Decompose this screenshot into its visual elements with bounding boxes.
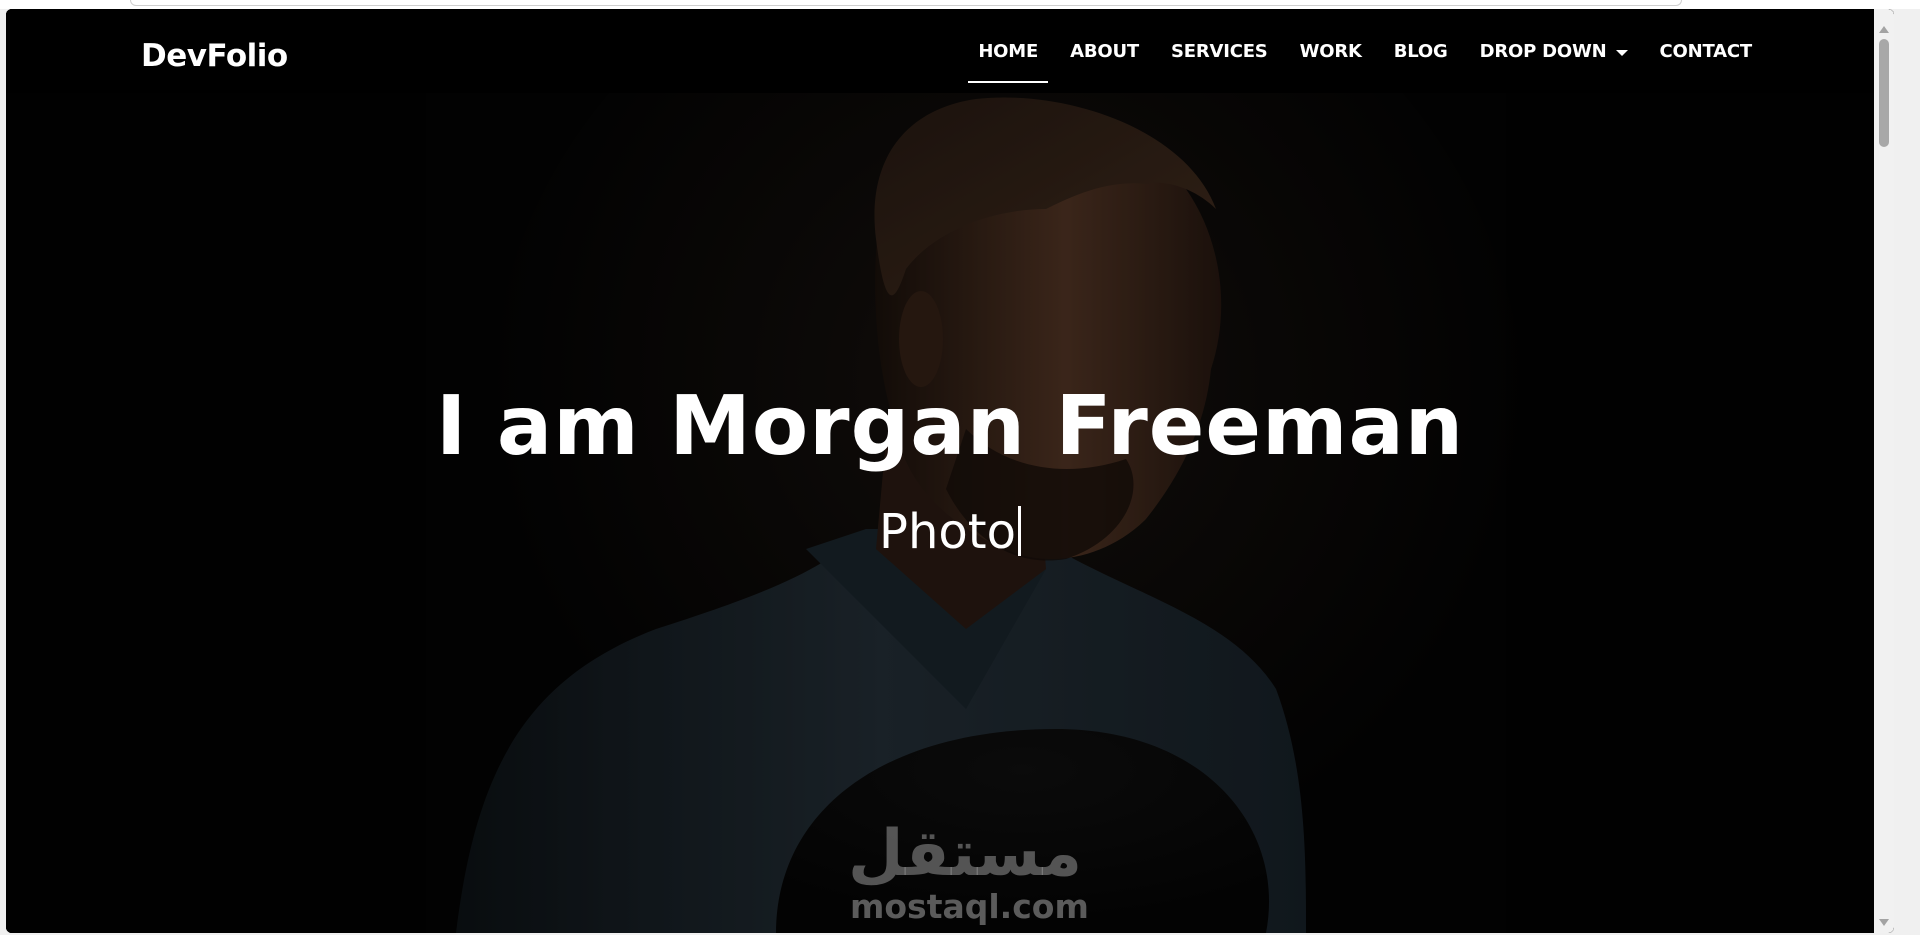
scroll-up-arrow-icon[interactable] [1879,26,1889,33]
hero-title: I am Morgan Freeman [435,379,1465,474]
nav-menu: HOME ABOUT SERVICES WORK BLOG DROP DOWN [946,39,1752,65]
typing-cursor [1017,506,1021,556]
hero-typed-text: Photo [6,504,1894,560]
caret-down-icon [1615,49,1628,56]
nav-link-dropdown[interactable]: DROP DOWN [1480,39,1628,65]
page-viewport: DevFolio HOME ABOUT SERVICES WORK BLOG D… [6,9,1894,933]
navbar: DevFolio HOME ABOUT SERVICES WORK BLOG D… [6,9,1894,93]
nav-item-contact[interactable]: CONTACT [1660,39,1753,65]
nav-link-home[interactable]: HOME [978,39,1038,65]
nav-link-contact[interactable]: CONTACT [1660,39,1753,65]
nav-item-dropdown[interactable]: DROP DOWN [1480,39,1628,65]
nav-link-about[interactable]: ABOUT [1070,39,1139,65]
brand-logo[interactable]: DevFolio [141,39,288,73]
nav-item-services[interactable]: SERVICES [1171,39,1268,65]
nav-item-blog[interactable]: BLOG [1394,39,1448,65]
nav-item-work[interactable]: WORK [1300,39,1362,65]
browser-tab-edge [130,0,1682,6]
nav-link-work[interactable]: WORK [1300,39,1362,65]
scroll-down-arrow-icon[interactable] [1879,919,1889,926]
nav-item-home[interactable]: HOME [978,39,1038,65]
watermark-latin: mostaql.com [850,887,1089,926]
scrollbar-thumb[interactable] [1879,39,1889,147]
nav-link-blog[interactable]: BLOG [1394,39,1448,65]
watermark: مستقل mostaql.com [847,817,1089,926]
nav-dropdown-label: DROP DOWN [1479,41,1607,62]
vertical-scrollbar[interactable] [1874,9,1894,933]
nav-item-about[interactable]: ABOUT [1070,39,1139,65]
hero-typed-word: Photo [879,504,1016,560]
nav-link-services[interactable]: SERVICES [1171,39,1268,65]
watermark-arabic: مستقل [847,817,1082,891]
browser-top-strip [0,0,1920,9]
